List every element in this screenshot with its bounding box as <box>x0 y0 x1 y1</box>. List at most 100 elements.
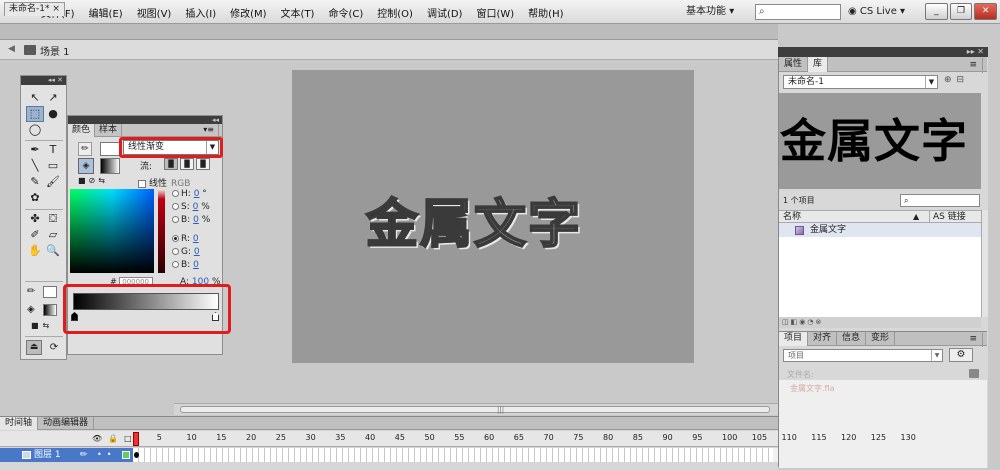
panel-menu-icon[interactable]: ▾≡ <box>199 124 219 137</box>
radio-icon[interactable] <box>172 248 179 255</box>
back-arrow-icon[interactable]: ◀ <box>8 44 15 54</box>
gear-icon[interactable]: ⚙ <box>949 348 973 362</box>
smooth-icon[interactable]: ⟳ <box>46 340 62 355</box>
playhead[interactable] <box>133 432 139 446</box>
blue-row[interactable]: B: 0 <box>172 259 222 272</box>
close-icon[interactable]: × <box>52 4 60 14</box>
metal-text-object[interactable]: 金属文字 <box>365 190 616 260</box>
tab-transform[interactable]: 变形 <box>866 332 896 346</box>
menu-view[interactable]: 视图(V) <box>130 5 179 20</box>
color-mini-buttons[interactable]: ■⊘⇆ <box>78 176 108 185</box>
stroke-pencil-icon[interactable]: ✏ <box>78 142 92 156</box>
rectangle-tool-icon[interactable]: ▭ <box>44 158 62 174</box>
tab-info[interactable]: 信息 <box>837 332 867 346</box>
flow-extend-button[interactable]: ▐▌ <box>164 158 178 170</box>
document-tab[interactable]: 未命名-1* × <box>4 2 65 16</box>
tab-swatches[interactable]: 样本 <box>95 124 123 137</box>
minimize-button[interactable]: _ <box>925 3 948 20</box>
layer-dots[interactable]: •• <box>97 448 116 462</box>
panel-header[interactable]: ◂◂ <box>68 116 222 124</box>
radio-icon[interactable] <box>172 235 179 242</box>
stage-horizontal-scrollbar[interactable]: ||| <box>174 403 778 415</box>
column-linkage[interactable]: AS 链接 <box>929 211 966 223</box>
stroke-color-swatch[interactable] <box>100 142 120 156</box>
radio-icon[interactable] <box>172 261 179 268</box>
radio-icon[interactable] <box>172 190 179 197</box>
layer-label[interactable]: 图层 1 ✏ •• <box>0 448 133 462</box>
frame-cells[interactable] <box>133 448 773 462</box>
tab-properties[interactable]: 属性 <box>779 57 809 72</box>
stroke-color-swatch[interactable] <box>43 286 57 298</box>
menu-text[interactable]: 文本(T) <box>274 5 322 20</box>
menu-debug[interactable]: 调试(D) <box>420 5 470 20</box>
swap-colors-icon[interactable]: ■⇆ <box>31 321 53 330</box>
library-document-select[interactable]: 未命名-1 ▼ <box>783 75 938 89</box>
restore-button[interactable]: ❐ <box>949 3 973 20</box>
close-button[interactable]: ✕ <box>974 3 998 20</box>
lasso-tool-icon[interactable]: ◯ <box>26 122 44 138</box>
selection-tool-icon[interactable]: ↖ <box>26 90 44 106</box>
layer-toggle-icons[interactable]: 👁🔒□ <box>92 434 138 443</box>
panel-header[interactable]: ▸▸ ✕ <box>778 47 988 57</box>
panel-menu-icon[interactable]: ≡ <box>964 58 983 73</box>
panel-menu-icon[interactable]: ≡ <box>964 333 983 347</box>
library-pin-icons[interactable]: ⊕⊟ <box>944 75 969 85</box>
project-select[interactable]: 项目 ▼ <box>783 349 943 362</box>
hue-value[interactable]: 0 <box>194 189 200 199</box>
color-spectrum[interactable] <box>70 189 154 273</box>
red-row[interactable]: R: 0 <box>172 233 222 246</box>
saturation-row[interactable]: S: 0 % <box>172 201 222 214</box>
free-transform-tool-icon[interactable]: ⬚ <box>26 106 44 122</box>
column-name[interactable]: 名称 <box>783 211 801 223</box>
help-search-input[interactable]: ⌕ <box>755 4 841 20</box>
project-file[interactable]: 金属文字.fla <box>790 383 834 394</box>
library-scrollbar[interactable] <box>981 210 988 317</box>
layer-row[interactable]: 图层 1 ✏ •• <box>0 448 778 462</box>
cs-live-button[interactable]: ◉ CS Live ▾ <box>848 4 905 20</box>
folder-icon[interactable] <box>969 369 979 378</box>
sort-icon[interactable]: ▲ <box>913 211 919 223</box>
brightness-row[interactable]: B: 0 % <box>172 214 222 227</box>
library-footer-buttons[interactable]: ◫◧◉◔⊗ <box>779 317 981 328</box>
pencil-tool-icon[interactable]: ✎ <box>26 174 44 190</box>
panel-header[interactable]: ◂◂ ✕ <box>21 76 66 85</box>
keyframe-dot[interactable] <box>134 452 139 458</box>
hand-tool-icon[interactable]: ✋ <box>26 243 44 259</box>
library-item[interactable]: 金属文字 <box>779 223 981 237</box>
3d-rotation-tool-icon[interactable]: ● <box>44 106 62 122</box>
green-row[interactable]: G: 0 <box>172 246 222 259</box>
tab-timeline[interactable]: 时间轴 <box>0 417 39 430</box>
bone-tool-icon[interactable]: ✤ <box>26 211 44 227</box>
brush-tool-icon[interactable]: 🖌 <box>44 174 62 190</box>
menu-window[interactable]: 窗口(W) <box>469 5 521 20</box>
frame-ruler[interactable]: 1510152025303540455055606570758085909510… <box>133 433 916 446</box>
scrollbar-thumb[interactable]: ||| <box>180 406 770 414</box>
menu-control[interactable]: 控制(O) <box>370 5 420 20</box>
menu-edit[interactable]: 编辑(E) <box>82 5 130 20</box>
paint-bucket-tool-icon[interactable]: ⛋ <box>44 211 62 227</box>
subselection-tool-icon[interactable]: ↗ <box>44 90 62 106</box>
green-value[interactable]: 0 <box>194 247 200 257</box>
saturation-value[interactable]: 0 <box>193 202 199 212</box>
menu-insert[interactable]: 插入(I) <box>178 5 223 20</box>
blue-value[interactable]: 0 <box>193 260 199 270</box>
brightness-slider[interactable] <box>158 189 165 273</box>
tab-color[interactable]: 颜色 <box>68 124 96 137</box>
red-value[interactable]: 0 <box>193 234 199 244</box>
eraser-tool-icon[interactable]: ▱ <box>44 227 62 243</box>
pen-tool-icon[interactable]: ✒ <box>26 142 44 158</box>
checkbox-icon[interactable] <box>138 179 146 188</box>
tab-library[interactable]: 库 <box>808 57 829 72</box>
tab-align[interactable]: 对齐 <box>808 332 838 346</box>
menu-help[interactable]: 帮助(H) <box>521 5 570 20</box>
snap-to-objects-icon[interactable]: ⏏ <box>26 340 42 355</box>
fill-gradient-swatch[interactable] <box>100 158 120 174</box>
fill-bucket-icon[interactable]: ◈ <box>78 158 94 174</box>
text-tool-icon[interactable]: T <box>44 142 62 158</box>
brightness-value[interactable]: 0 <box>193 215 199 225</box>
flow-reflect-button[interactable]: ▐▌ <box>180 158 194 170</box>
radio-icon[interactable] <box>172 216 179 223</box>
flow-repeat-button[interactable]: ▐▌ <box>196 158 210 170</box>
library-search-input[interactable]: ⌕ <box>900 194 980 207</box>
outline-color-box[interactable] <box>122 451 130 459</box>
